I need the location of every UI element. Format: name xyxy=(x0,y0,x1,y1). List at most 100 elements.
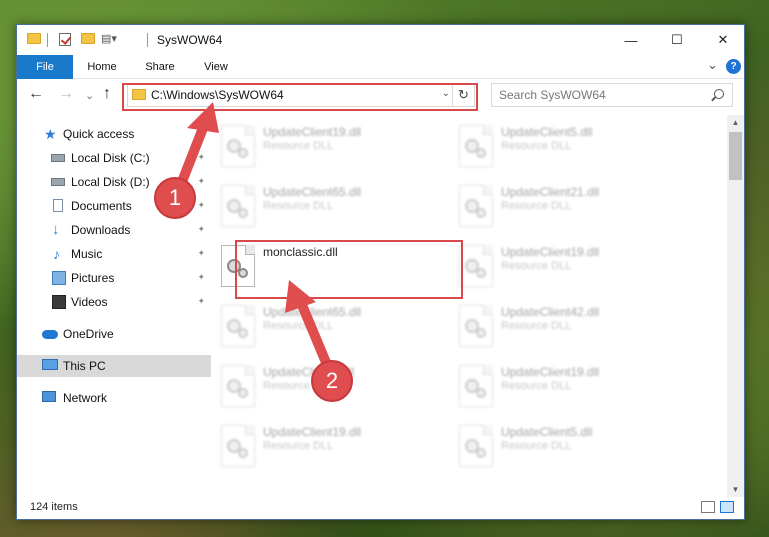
pin-icon: ✦ xyxy=(197,152,205,162)
pin-icon: ✦ xyxy=(197,176,205,186)
file-name: UpdateClient42.dll xyxy=(501,305,600,319)
sidebar-item-pictures[interactable]: Pictures ✦ xyxy=(17,267,211,289)
dll-file-icon xyxy=(221,125,255,167)
sidebar-item-videos[interactable]: Videos ✦ xyxy=(17,291,211,313)
help-icon[interactable]: ? xyxy=(726,59,741,74)
download-icon: ↓ xyxy=(52,221,60,238)
address-dropdown-icon[interactable]: ⌄ xyxy=(442,88,450,99)
pin-icon: ✦ xyxy=(197,248,205,258)
customize-toolbar-icon[interactable]: ▤▾ xyxy=(101,32,117,45)
sidebar-item-label: Documents xyxy=(71,199,132,213)
navigation-pane: ★ Quick access Local Disk (C:) ✦ Local D… xyxy=(17,115,211,495)
disk-icon xyxy=(51,178,65,186)
file-type: Resource DLL xyxy=(501,320,572,332)
refresh-icon[interactable]: ↻ xyxy=(452,84,474,106)
up-arrow-icon[interactable]: ↑ xyxy=(103,86,111,102)
window-title: SysWOW64 xyxy=(157,33,223,47)
dll-file-icon xyxy=(459,425,493,467)
folder-icon xyxy=(27,33,41,44)
sidebar-item-label: Network xyxy=(63,391,108,405)
sidebar-item-music[interactable]: ♪ Music ✦ xyxy=(17,243,211,265)
file-type: Resource DLL xyxy=(501,140,572,152)
file-item[interactable]: UpdateClient19.dll Resource DLL xyxy=(215,419,445,475)
tab-home[interactable]: Home xyxy=(77,55,127,79)
tab-file[interactable]: File xyxy=(17,55,73,79)
ribbon-tabs: File Home Share View ⌄ ? xyxy=(17,55,744,79)
divider xyxy=(147,33,148,47)
search-icon xyxy=(714,89,724,99)
file-type: Resource DLL xyxy=(501,380,572,392)
dll-file-icon xyxy=(459,365,493,407)
sidebar-item-label: Pictures xyxy=(71,271,115,285)
forward-arrow-icon[interactable]: → xyxy=(58,86,74,102)
file-type: Resource DLL xyxy=(263,200,334,212)
folder-icon xyxy=(132,89,146,100)
file-name: UpdateClient5.dll xyxy=(501,125,593,139)
pin-icon: ✦ xyxy=(197,296,205,306)
file-item[interactable]: UpdateClient21.dll Resource DLL xyxy=(453,179,683,235)
file-item[interactable]: UpdateClient5.dll Resource DLL xyxy=(453,119,683,175)
pictures-icon xyxy=(52,271,66,285)
scroll-up-icon[interactable]: ▲ xyxy=(727,115,744,130)
scroll-down-icon[interactable]: ▼ xyxy=(727,482,744,497)
tab-view[interactable]: View xyxy=(191,55,241,79)
file-type: Resource DLL xyxy=(501,260,572,272)
expand-ribbon-icon[interactable]: ⌄ xyxy=(707,57,718,73)
file-item[interactable]: UpdateClient65.dll Resource DLL xyxy=(215,299,445,355)
recent-locations-icon[interactable]: ⌄ xyxy=(85,88,94,104)
sidebar-item-onedrive[interactable]: OneDrive xyxy=(17,323,211,345)
sidebar-item-label: OneDrive xyxy=(63,327,114,341)
sidebar-item-this-pc[interactable]: This PC xyxy=(17,355,211,377)
details-view-icon[interactable] xyxy=(701,501,715,513)
address-bar[interactable]: C:\Windows\SysWOW64 ⌄ ↻ xyxy=(127,83,475,107)
close-button[interactable]: ✕ xyxy=(700,25,746,55)
documents-icon xyxy=(53,199,63,212)
file-item[interactable]: UpdateClient42.dll Resource DLL xyxy=(453,299,683,355)
network-icon xyxy=(42,391,56,402)
sidebar-item-quick-access[interactable]: ★ Quick access xyxy=(17,123,211,145)
sidebar-item-label: Downloads xyxy=(71,223,131,237)
navigation-bar: ← → ⌄ ↑ C:\Windows\SysWOW64 ⌄ ↻ Search S… xyxy=(17,80,744,110)
dll-file-icon xyxy=(221,245,255,287)
new-folder-icon[interactable] xyxy=(81,33,95,44)
sidebar-item-network[interactable]: Network xyxy=(17,387,211,409)
file-name: UpdateClient5.dll xyxy=(501,425,593,439)
file-item[interactable]: UpdateClient19.dll Resource DLL xyxy=(453,359,683,415)
minimize-button[interactable]: — xyxy=(608,25,654,55)
file-type: Resource DLL xyxy=(263,320,334,332)
file-item[interactable]: UpdateClient5.dll Resource DLL xyxy=(453,419,683,475)
search-placeholder: Search SysWOW64 xyxy=(499,88,606,102)
maximize-button[interactable]: ☐ xyxy=(654,25,700,55)
star-icon: ★ xyxy=(44,126,57,142)
pin-icon: ✦ xyxy=(197,200,205,210)
sidebar-item-label: Music xyxy=(71,247,103,261)
file-name: UpdateClient19.dll xyxy=(263,125,362,139)
sidebar-item-label: Local Disk (C:) xyxy=(71,151,150,165)
file-name: UpdateClient65.dll xyxy=(263,305,362,319)
large-icons-view-icon[interactable] xyxy=(720,501,734,513)
sidebar-item-local-disk-c[interactable]: Local Disk (C:) ✦ xyxy=(17,147,211,169)
file-item[interactable]: UpdateClient19.dll Resource DLL xyxy=(215,119,445,175)
address-path[interactable]: C:\Windows\SysWOW64 xyxy=(151,88,284,102)
file-name: UpdateClient65.dll xyxy=(263,185,362,199)
sidebar-item-label: Local Disk (D:) xyxy=(71,175,150,189)
step-1-badge: 1 xyxy=(154,177,196,219)
computer-icon xyxy=(42,359,58,370)
vertical-scrollbar[interactable]: ▲ ▼ xyxy=(727,115,744,497)
search-input[interactable]: Search SysWOW64 xyxy=(491,83,733,107)
tab-share[interactable]: Share xyxy=(135,55,185,79)
sidebar-item-downloads[interactable]: ↓ Downloads ✦ xyxy=(17,219,211,241)
file-item-monclassic[interactable]: monclassic.dll xyxy=(215,239,445,295)
file-list: UpdateClient19.dll Resource DLL UpdateCl… xyxy=(215,115,727,497)
title-bar: ▤▾ SysWOW64 — ☐ ✕ xyxy=(17,25,744,55)
pin-icon: ✦ xyxy=(197,224,205,234)
scroll-thumb[interactable] xyxy=(729,132,742,180)
sidebar-item-label: This PC xyxy=(63,359,106,373)
status-bar: 124 items xyxy=(17,497,744,519)
back-arrow-icon[interactable]: ← xyxy=(28,86,44,102)
dll-file-icon xyxy=(459,305,493,347)
properties-icon[interactable] xyxy=(59,33,71,46)
file-name: UpdateClient19.dll xyxy=(501,245,600,259)
file-item[interactable]: UpdateClient65.dll Resource DLL xyxy=(215,179,445,235)
file-item[interactable]: UpdateClient19.dll Resource DLL xyxy=(453,239,683,295)
